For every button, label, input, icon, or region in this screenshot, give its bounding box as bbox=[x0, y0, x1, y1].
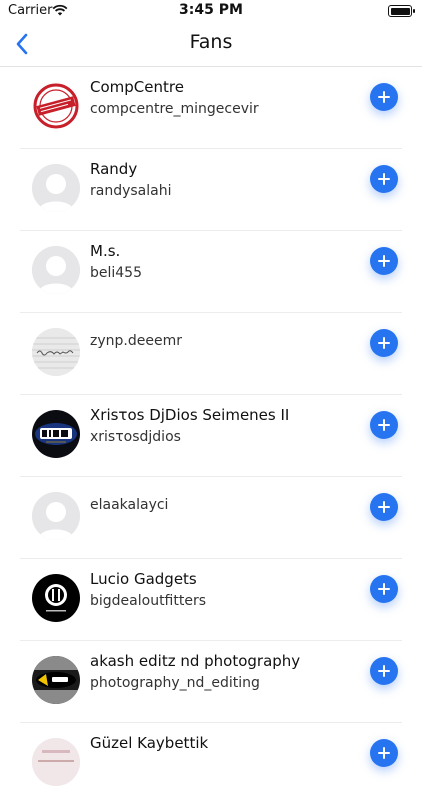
page-title: Fans bbox=[189, 31, 233, 53]
plus-icon bbox=[378, 419, 390, 431]
default-avatar-icon bbox=[32, 164, 80, 212]
plus-icon bbox=[378, 747, 390, 759]
fans-list: CompCentre compcentre_mingecevir Randy r… bbox=[0, 67, 422, 786]
plus-icon bbox=[378, 501, 390, 513]
plus-icon bbox=[378, 255, 390, 267]
avatar bbox=[32, 656, 80, 704]
status-time: 3:45 PM bbox=[179, 2, 243, 18]
avatar bbox=[32, 738, 80, 786]
navigation-bar: Fans bbox=[0, 22, 422, 67]
fan-username: photography_nd_editing bbox=[90, 675, 260, 691]
fan-name: M.s. bbox=[90, 242, 121, 260]
fan-row[interactable]: Lucio Gadgets bigdealoutfitters bbox=[20, 559, 402, 641]
fan-name: Güzel Kaybettik bbox=[90, 734, 209, 752]
fan-username: compcentre_mingecevir bbox=[90, 101, 259, 117]
fan-name: CompCentre bbox=[90, 78, 184, 96]
avatar bbox=[32, 328, 80, 376]
add-fan-button[interactable] bbox=[370, 165, 398, 193]
avatar bbox=[32, 410, 80, 458]
fan-username: randysalahi bbox=[90, 183, 172, 199]
default-avatar-icon bbox=[32, 246, 80, 294]
plus-icon bbox=[378, 91, 390, 103]
add-fan-button[interactable] bbox=[370, 657, 398, 685]
fan-row[interactable]: Randy randysalahi bbox=[20, 149, 402, 231]
plus-icon bbox=[378, 173, 390, 185]
fan-row[interactable]: M.s. beli455 bbox=[20, 231, 402, 313]
fan-name: Randy bbox=[90, 160, 138, 178]
status-bar: Carrier 3:45 PM bbox=[0, 0, 422, 22]
add-fan-button[interactable] bbox=[370, 329, 398, 357]
plus-icon bbox=[378, 337, 390, 349]
fan-row[interactable]: Güzel Kaybettik bbox=[20, 723, 402, 786]
fan-row[interactable]: Xrisτos DjDios Seimenes II xrisτosdjdios bbox=[20, 395, 402, 477]
add-fan-button[interactable] bbox=[370, 493, 398, 521]
fan-name: Xrisτos DjDios Seimenes II bbox=[90, 406, 290, 424]
fan-row[interactable]: zynp.deeemr bbox=[20, 313, 402, 395]
battery-icon bbox=[388, 5, 415, 17]
avatar bbox=[32, 246, 80, 294]
fan-row[interactable]: CompCentre compcentre_mingecevir bbox=[20, 67, 402, 149]
avatar bbox=[32, 82, 80, 130]
fan-username: bigdealoutfitters bbox=[90, 593, 207, 609]
avatar bbox=[32, 574, 80, 622]
plus-icon bbox=[378, 665, 390, 677]
add-fan-button[interactable] bbox=[370, 83, 398, 111]
default-avatar-icon bbox=[32, 492, 80, 540]
add-fan-button[interactable] bbox=[370, 739, 398, 767]
add-fan-button[interactable] bbox=[370, 575, 398, 603]
fan-name: akash editz nd photography bbox=[90, 652, 301, 670]
fan-username: zynp.deeemr bbox=[90, 333, 182, 349]
fan-username: elaakalayci bbox=[90, 497, 169, 513]
fan-username: xrisτosdjdios bbox=[90, 429, 181, 445]
fan-row[interactable]: elaakalayci bbox=[20, 477, 402, 559]
fan-username: beli455 bbox=[90, 265, 143, 281]
plus-icon bbox=[378, 583, 390, 595]
fan-name: Lucio Gadgets bbox=[90, 570, 197, 588]
add-fan-button[interactable] bbox=[370, 411, 398, 439]
avatar bbox=[32, 164, 80, 212]
fan-row[interactable]: akash editz nd photography photography_n… bbox=[20, 641, 402, 723]
avatar bbox=[32, 492, 80, 540]
add-fan-button[interactable] bbox=[370, 247, 398, 275]
